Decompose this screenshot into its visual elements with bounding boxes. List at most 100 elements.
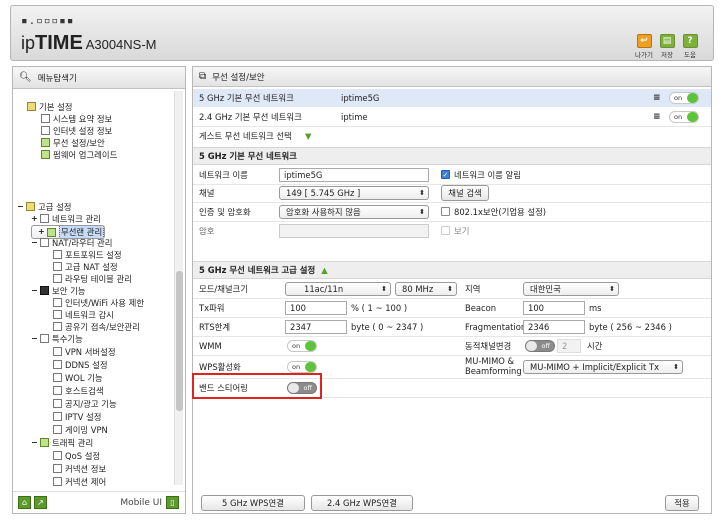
broadcast-checkbox[interactable]: ✓ [441,170,450,179]
tree-nat-router[interactable]: − NAT/라우터 관리 [31,237,112,248]
tree-firmware-upgrade[interactable]: 펌웨어 업그레이드 [41,149,117,160]
channel-search-button[interactable]: 채널 검색 [441,185,489,201]
tree-system-summary[interactable]: 시스템 요약 정보 [41,113,112,124]
router-icon [40,238,49,247]
tree-wol[interactable]: WOL 기능 [53,372,103,383]
channel-select[interactable]: 149 [ 5.745 GHz ] ⬍ [279,186,429,200]
tree-special[interactable]: − 특수기능 [31,333,83,344]
tree-qos[interactable]: QoS 설정 [53,450,100,461]
external-link-icon[interactable]: ↗ [34,496,47,509]
fragmentation-input[interactable]: 2346 [523,320,585,334]
tree-connection-info[interactable]: 커넥션 정보 [53,463,106,474]
tree-router-access[interactable]: 공유기 접속/보안관리 [53,321,140,332]
tree-gaming-vpn[interactable]: 게이밍 VPN [53,424,108,435]
logout-label: 나가기 [635,51,653,59]
auth-select[interactable]: 암호화 사용하지 않음 ⬍ [279,205,429,219]
tree-network-watch[interactable]: 네트워크 감시 [53,309,114,320]
tree-basic-settings[interactable]: 기본 설정 [27,101,72,112]
apply-button[interactable]: 적용 [665,495,699,511]
logout-button[interactable]: ↩ 나가기 [635,34,653,59]
tree-internet-info[interactable]: 인터넷 설정 정보 [41,125,112,136]
wmm-row: WMM on 동적채널변경 off 2 시간 [193,337,711,355]
filter-icon[interactable]: ≡ [653,112,661,122]
page-icon [53,347,62,356]
guest-network-select[interactable]: 게스트 무선 네트워크 선택 ▼ [193,127,711,145]
mobile-ui-button[interactable]: Mobile UI ▯ [120,496,185,509]
tree-network[interactable]: + 네트워크 관리 [31,213,101,224]
wireless-icon [47,227,56,237]
tree-advanced-nat[interactable]: 고급 NAT 설정 [53,261,118,272]
mobile-ui-label: Mobile UI [120,497,162,508]
monitor-icon [41,126,50,135]
collapse-icon: − [31,286,38,295]
tree-notice-ad[interactable]: 공지/광고 기능 [53,398,117,409]
network-type: 2.4 GHz 기본 무선 네트워크 [199,112,302,122]
header-actions: ↩ 나가기 ▤ 저장 ? 도움 [635,34,699,59]
guest-select-label: 게스트 무선 네트워크 선택 [199,131,292,141]
channel-width-select[interactable]: 80 MHz ⬍ [395,282,457,296]
tree-traffic[interactable]: − 트래픽 관리 [31,437,93,448]
beacon-unit: ms [589,303,602,313]
mode-select[interactable]: 11ac/11n ⬍ [285,282,391,296]
wps-toggle[interactable]: on [287,361,317,373]
wps-label: WPS활성화 [199,362,241,372]
network-row-5g[interactable]: 5 GHz 기본 무선 네트워크 iptime5G ≡ on [193,89,711,107]
network-24g-toggle[interactable]: on [669,111,699,123]
help-icon: ? [682,34,698,48]
mumimo-select[interactable]: MU-MIMO + Implicit/Explicit Tx ⬍ [523,360,683,374]
wireless-settings-panel: ⧉ 무선 설정/보안 5 GHz 기본 무선 네트워크 iptime5G ≡ o… [192,66,712,514]
network-row-24g[interactable]: 2.4 GHz 기본 무선 네트워크 iptime ≡ on [193,108,711,126]
password-input[interactable] [279,224,429,238]
channel-label: 채널 [199,188,215,198]
special-icon [40,334,49,343]
tx-power-unit: % ( 1 ~ 100 ) [351,303,408,313]
auth-label: 인증 및 암호화 [199,207,251,217]
show-password-checkbox[interactable] [441,226,450,235]
dynamic-channel-toggle[interactable]: off [525,340,555,352]
tree-advanced-settings[interactable]: − 고급 설정 [17,201,71,212]
rts-input[interactable]: 2347 [285,320,347,334]
home-icon[interactable]: ⌂ [18,496,31,509]
network-5g-toggle[interactable]: on [669,92,699,104]
logo-time: TIME [35,32,83,54]
save-button[interactable]: ▤ 저장 [658,34,676,59]
collapse-triangle-icon[interactable]: ▲ [321,265,327,275]
tree-internet-wifi-limit[interactable]: 인터넷/WiFi 사용 제한 [53,297,144,308]
network-ssid: iptime5G [341,93,380,103]
help-button[interactable]: ? 도움 [681,34,699,59]
network-name-input[interactable]: iptime5G [279,168,429,182]
tree-port-forward[interactable]: 포트포워드 설정 [53,249,122,260]
page-icon [53,477,62,486]
tree-ddns[interactable]: DDNS 설정 [53,359,108,370]
collapse-icon: − [31,334,38,343]
logo-model: A3004NS-M [82,37,157,52]
wmm-toggle[interactable]: on [287,340,317,352]
beacon-input[interactable]: 100 [523,301,585,315]
tx-power-input[interactable]: 100 [285,301,347,315]
page-icon [53,322,62,331]
region-select[interactable]: 대한민국 ⬍ [523,282,619,296]
tree-wireless-security[interactable]: 무선 설정/보안 [41,137,105,148]
sidebar-scroll-thumb[interactable] [176,271,183,411]
tree-security[interactable]: − 보안 기능 [31,285,85,296]
tree-connection-control[interactable]: 커넥션 제어 [53,476,106,487]
page-icon [53,360,62,369]
wireless-icon [41,138,50,147]
wps-5g-connect-button[interactable]: 5 GHz WPS연결 [201,495,305,511]
tree-routing-table[interactable]: 라우팅 테이블 관리 [53,273,132,284]
password-row: 암호 보기 [193,222,711,240]
tree-iptv[interactable]: IPTV 설정 [53,411,101,422]
filter-icon[interactable]: ≡ [653,93,661,103]
rts-row: RTS한계 2347 byte ( 0 ~ 2347 ) Fragmentati… [193,318,711,336]
dynamic-channel-hours-input[interactable]: 2 [557,339,581,353]
network-name-row: 네트워크 이름 iptime5G ✓ 네트워크 이름 알림 [193,166,711,184]
wps-24g-connect-button[interactable]: 2.4 GHz WPS연결 [311,495,413,511]
collapse-icon: − [17,202,24,211]
tree-vpn-server[interactable]: VPN 서버설정 [53,346,116,357]
save-icon: ▤ [659,34,675,48]
sidebar-scrollbar[interactable] [174,91,183,485]
expand-icon: + [31,214,38,223]
tree-host-search[interactable]: 호스트검색 [53,385,104,396]
dynamic-channel-label: 동적채널변경 [465,341,512,351]
dot1x-checkbox[interactable] [441,207,450,216]
